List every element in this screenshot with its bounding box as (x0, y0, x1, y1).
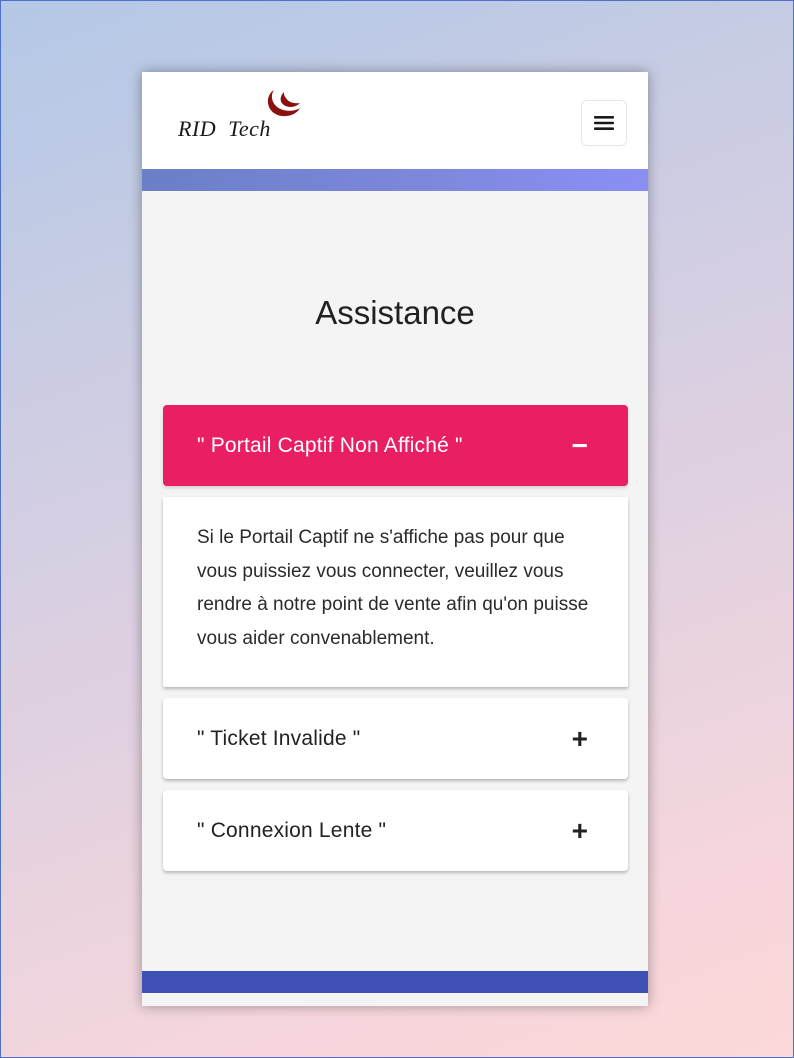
mobile-viewport: RID Tech Assistance " Portail Captif Non… (142, 72, 648, 1006)
navbar: RID Tech (142, 72, 648, 169)
accordion-title: " Ticket Invalide " (197, 726, 361, 750)
plus-icon[interactable]: + (572, 816, 588, 845)
header-divider-strip (142, 169, 648, 191)
accordion-item-connexion-lente[interactable]: " Connexion Lente " + (163, 790, 628, 871)
minus-icon[interactable]: − (572, 431, 588, 460)
accordion-title: " Portail Captif Non Affiché " (197, 433, 463, 457)
hamburger-menu-icon (594, 116, 614, 130)
menu-toggle-button[interactable] (581, 100, 627, 146)
footer-bar (142, 971, 648, 993)
accordion-header[interactable]: " Portail Captif Non Affiché " − (163, 405, 628, 486)
accordion-item-portail-captif[interactable]: " Portail Captif Non Affiché " − (163, 405, 628, 486)
accordion-item-ticket-invalide[interactable]: " Ticket Invalide " + (163, 698, 628, 779)
page-title: Assistance (315, 294, 475, 331)
accordion-title: " Connexion Lente " (197, 818, 387, 842)
accordion-panel: Si le Portail Captif ne s'affiche pas po… (163, 497, 628, 687)
brand-logo[interactable]: RID Tech (178, 88, 308, 146)
plus-icon[interactable]: + (572, 724, 588, 753)
brand-name: RID Tech (178, 116, 271, 141)
footer-bottom (142, 993, 648, 1006)
accordion-header[interactable]: " Connexion Lente " + (163, 790, 628, 871)
accordion-body-text: Si le Portail Captif ne s'affiche pas po… (197, 527, 589, 649)
accordion-header[interactable]: " Ticket Invalide " + (163, 698, 628, 779)
